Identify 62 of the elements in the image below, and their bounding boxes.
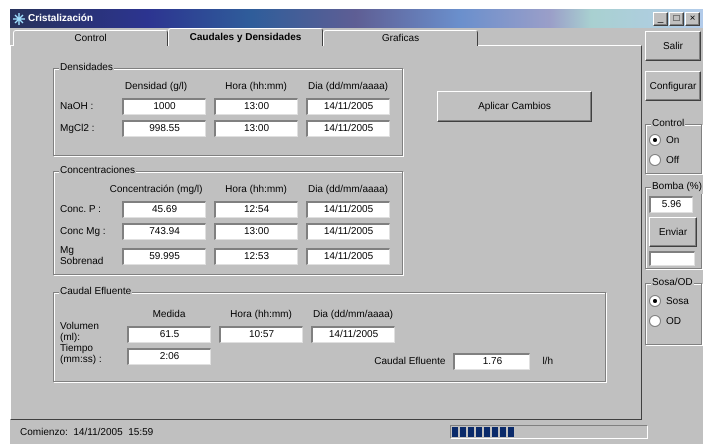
radio-label: OD xyxy=(666,314,681,328)
row-label: Mg Sobrenad xyxy=(59,245,104,267)
exit-button[interactable]: Salir xyxy=(645,31,701,61)
window-title: Cristalización xyxy=(28,12,94,26)
column-header: Medida xyxy=(152,309,186,321)
input-field[interactable]: 13:00 xyxy=(214,98,298,115)
radio-label: Off xyxy=(666,154,680,168)
input-field[interactable]: 14/11/2005 xyxy=(306,223,390,240)
radio-label: Sosa xyxy=(666,294,689,308)
apply-button[interactable]: Aplicar Cambios xyxy=(437,91,592,122)
unit-label: l/h xyxy=(542,355,553,369)
input-field[interactable]: 14/11/2005 xyxy=(306,201,390,218)
input-field[interactable]: 45.69 xyxy=(122,201,206,218)
tab[interactable]: Control xyxy=(13,30,168,46)
column-header: Dia (dd/mm/aaaa) xyxy=(306,184,390,196)
row-label: MgCl2 : xyxy=(59,123,96,134)
column-header: Dia (dd/mm/aaaa) xyxy=(312,309,394,321)
input-field[interactable] xyxy=(649,251,695,266)
input-field[interactable]: 2:06 xyxy=(127,348,211,365)
input-field[interactable]: 998.55 xyxy=(122,120,206,137)
window-button[interactable]: × xyxy=(685,12,700,26)
window-button[interactable]: _ xyxy=(653,12,668,26)
row-label: Volumen (ml): xyxy=(59,321,100,343)
column-header: Dia (dd/mm/aaaa) xyxy=(306,81,390,93)
column-header: Concentración (mg/l) xyxy=(108,184,204,196)
input-field[interactable]: 1000 xyxy=(122,98,206,115)
input-field[interactable]: 743.94 xyxy=(122,223,206,240)
radio-option[interactable]: Off xyxy=(649,150,701,170)
group-title: Bomba (%) xyxy=(651,180,703,194)
status-text: Comienzo: 14/11/2005 15:59 xyxy=(20,426,154,440)
tab[interactable]: Graficas xyxy=(323,30,478,46)
input-field[interactable]: 10:57 xyxy=(219,326,303,343)
column-header: Densidad (g/l) xyxy=(124,81,188,93)
radio-label: On xyxy=(666,134,680,148)
input-field[interactable]: 59.995 xyxy=(122,248,206,264)
input-field[interactable]: 14/11/2005 xyxy=(311,326,395,343)
input-field[interactable]: 61.5 xyxy=(127,326,211,343)
tab[interactable]: Caudales y Densidades xyxy=(168,28,323,46)
input-field[interactable]: 13:00 xyxy=(214,223,298,240)
input-field[interactable]: 14/11/2005 xyxy=(306,120,390,137)
radio-option[interactable]: Sosa xyxy=(649,291,701,311)
input-field[interactable]: 12:54 xyxy=(214,201,298,218)
row-label: Tiempo (mm:ss) : xyxy=(59,343,103,365)
row-label: Conc Mg : xyxy=(59,226,107,237)
row-label: NaOH : xyxy=(59,101,94,112)
column-header: Hora (hh:mm) xyxy=(224,81,288,93)
column-header: Hora (hh:mm) xyxy=(224,184,288,196)
configure-button[interactable]: Configurar xyxy=(645,71,701,101)
row-label: Conc. P : xyxy=(59,204,102,215)
input-field[interactable]: 5.96 xyxy=(649,196,693,213)
radio-option[interactable]: On xyxy=(649,130,701,150)
send-button[interactable]: Enviar xyxy=(649,217,697,247)
column-header: Hora (hh:mm) xyxy=(229,309,293,321)
input-field[interactable]: 14/11/2005 xyxy=(306,248,390,264)
input-field[interactable]: 1.76 xyxy=(453,353,530,370)
snowflake-icon xyxy=(13,12,25,24)
input-field[interactable]: 12:53 xyxy=(214,248,298,264)
input-field[interactable]: 13:00 xyxy=(214,120,298,137)
radio-option[interactable]: OD xyxy=(649,311,701,331)
input-field[interactable]: 14/11/2005 xyxy=(306,98,390,115)
window-button[interactable]: □ xyxy=(669,12,684,26)
result-label: Caudal Efluente xyxy=(374,355,446,369)
